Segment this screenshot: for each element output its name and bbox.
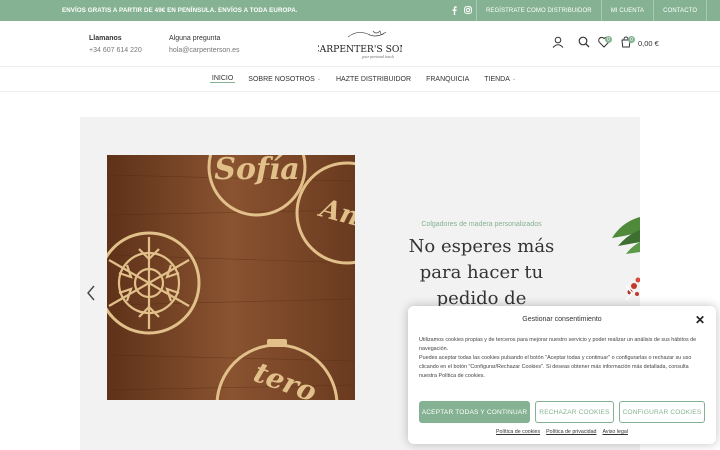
call-info: Llamanos +34 607 614 220 [89, 33, 142, 57]
nav-item-sobre-nosotros[interactable]: SOBRE NOSOTROS ⌄ [246, 76, 323, 83]
hero-product-image: Sofía Andr tero [107, 155, 355, 400]
cookie-dialog-title: Gestionar consentimiento [522, 316, 602, 323]
privacy-policy-link[interactable]: Política de privacidad [546, 429, 596, 435]
cart-count-badge: 0 [628, 36, 635, 43]
my-account-link[interactable]: MI CUENTA [600, 0, 653, 21]
nav-label-sobre-nosotros: SOBRE NOSOTROS [248, 75, 315, 83]
call-phone[interactable]: +34 607 614 220 [89, 45, 142, 57]
top-bar: ENVÍOS GRATIS A PARTIR DE 49€ EN PENÍNSU… [0, 0, 720, 21]
nav-item-tienda[interactable]: TIENDA ⌄ [482, 76, 518, 83]
register-distributor-link[interactable]: REGÍSTRATE COMO DISTRIBUIDOR [476, 0, 601, 21]
nav-label-franquicia: FRANQUICIA [426, 75, 470, 83]
reject-cookies-button[interactable]: RECHAZAR COOKIES [535, 401, 614, 423]
search-icon[interactable] [578, 35, 590, 53]
site-header: Llamanos +34 607 614 220 Alguna pregunta… [0, 21, 720, 67]
call-title: Llamanos [89, 35, 122, 42]
nav-item-franquicia[interactable]: FRANQUICIA [424, 76, 471, 83]
question-info: Alguna pregunta hola@carpenterson.es [169, 33, 240, 57]
facebook-icon[interactable] [450, 4, 458, 16]
chevron-down-icon: ⌄ [511, 76, 517, 82]
accept-all-cookies-button[interactable]: ACEPTAR TODAS Y CONTINUAR [419, 401, 530, 423]
cookie-policy-link[interactable]: Política de cookies [496, 429, 540, 435]
nav-item-inicio[interactable]: INICIO [209, 75, 236, 83]
logo-tagline: your personal touch [361, 55, 394, 59]
cookie-text-2: Puedes aceptar todas las cookies pulsand… [419, 355, 692, 379]
legal-notice-link[interactable]: Aviso legal [603, 429, 629, 435]
instagram-icon[interactable] [464, 4, 472, 16]
nav-label-inicio: INICIO [211, 75, 234, 82]
promo-text: ENVÍOS GRATIS A PARTIR DE 49€ EN PENÍNSU… [62, 7, 298, 14]
question-title: Alguna pregunta [169, 35, 221, 42]
chevron-down-icon: ⌄ [316, 76, 321, 82]
account-icon[interactable] [552, 35, 564, 53]
ornament-name-1: Sofía [214, 155, 299, 187]
cart-total[interactable]: 0,00 € [638, 39, 659, 48]
hero-subtitle: Colgadores de madera personalizados [421, 221, 542, 228]
nav-label-tienda: TIENDA [484, 75, 510, 83]
site-logo[interactable]: CARPENTER'S SON your personal touch [313, 27, 407, 61]
logo-text: CARPENTER'S SON [318, 44, 402, 55]
nav-item-hazte-distribuidor[interactable]: HAZTE DISTRIBUIDOR [334, 76, 413, 83]
wishlist-count-badge: 0 [605, 36, 612, 43]
close-icon[interactable]: ✕ [695, 313, 705, 327]
nav-label-hazte-distribuidor: HAZTE DISTRIBUIDOR [336, 75, 412, 83]
hero-headline: No esperes más para hacer tu pedido de [408, 236, 555, 309]
cookie-description: Utilizamos cookies propias y de terceros… [419, 336, 704, 381]
social-links [450, 4, 472, 16]
slider-next-arrow[interactable] [624, 285, 634, 306]
configure-cookies-button[interactable]: CONFIGURAR COOKIES [619, 401, 705, 423]
cookie-policy-links: Política de cookies Política de privacid… [408, 429, 716, 435]
slider-prev-arrow[interactable] [86, 285, 96, 306]
main-nav: INICIO SOBRE NOSOTROS ⌄ HAZTE DISTRIBUIDO… [0, 67, 720, 92]
contact-link[interactable]: CONTACTO [653, 0, 708, 21]
cookie-text-1: Utilizamos cookies propias y de terceros… [419, 337, 697, 352]
question-email[interactable]: hola@carpenterson.es [169, 45, 240, 57]
cookie-consent-dialog: Gestionar consentimiento ✕ Utilizamos co… [408, 306, 716, 444]
top-links: REGÍSTRATE COMO DISTRIBUIDOR MI CUENTA C… [476, 0, 708, 21]
